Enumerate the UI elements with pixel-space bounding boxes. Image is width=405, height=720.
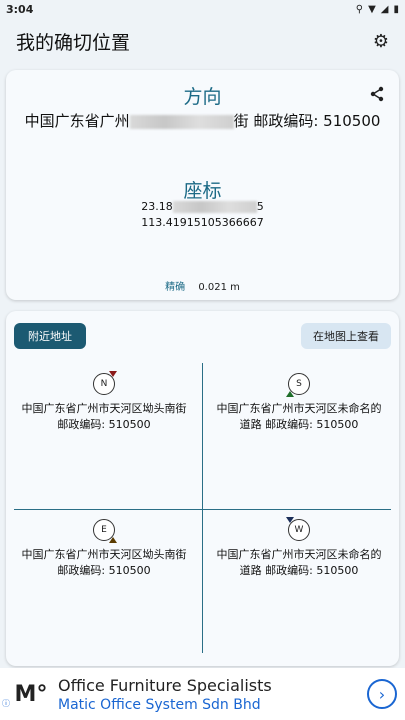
compass-label: E (101, 525, 107, 535)
page-title: 我的确切位置 (16, 31, 131, 54)
compass-label: N (100, 379, 108, 389)
ad-info-icon[interactable]: ⓘ (2, 698, 10, 709)
quadrant-south[interactable]: S 中国广东省广州市天河区未命名的 道路 邮政编码: 510500 (203, 373, 395, 433)
ad-banner[interactable]: ⓘ M° Office Furniture Specialists Matic … (0, 668, 405, 720)
quadrant-address-line1: 中国广东省广州市天河区未命名的 (216, 402, 382, 415)
nearby-address-button[interactable]: 附近地址 (14, 323, 86, 349)
latitude: 23.18 5 (6, 200, 399, 213)
quadrant-address-line2: 邮政编码: 510500 (57, 564, 151, 577)
quadrant-address-line2: 邮政编码: 510500 (57, 418, 151, 431)
view-on-map-button[interactable]: 在地图上查看 (301, 323, 391, 349)
redacted-area (172, 201, 257, 213)
quadrant-west[interactable]: W 中国广东省广州市天河区未命名的 道路 邮政编码: 510500 (203, 517, 395, 579)
quadrant-east[interactable]: E 中国广东省广州市天河区坳头南街 邮政编码: 510500 (8, 519, 200, 579)
latitude-tail: 5 (256, 200, 264, 213)
ad-subtitle: Matic Office System Sdn Bhd (58, 696, 261, 713)
compass-east-icon: E (93, 519, 117, 543)
quadrant-north[interactable]: N 中国广东省广州市天河区坳头南街 邮政编码: 510500 (8, 371, 200, 433)
ad-title: Office Furniture Specialists (58, 675, 272, 695)
quadrant-address-line1: 中国广东省广州市天河区坳头南街 (21, 402, 187, 415)
compass-label: W (294, 525, 304, 535)
quadrant-address-line1: 中国广东省广州市天河区坳头南街 (21, 548, 187, 561)
chevron-right-icon[interactable]: › (367, 679, 397, 709)
pointer-icon (109, 371, 117, 377)
accuracy: 精确 0.021 m (6, 278, 399, 293)
battery-icon: ▮ (393, 3, 399, 15)
address-prefix: 中国广东省广州 (24, 112, 130, 130)
compass-north-icon: N (93, 371, 117, 395)
address-suffix: 街 邮政编码: 510500 (233, 112, 381, 130)
quadrant-address-line2: 道路 邮政编码: 510500 (239, 564, 359, 577)
status-icons: ⚲ ▼ ◢ ▮ (356, 4, 399, 15)
horizontal-divider (14, 509, 391, 510)
accuracy-value: 0.021 m (198, 282, 240, 293)
current-address: 中国广东省广州 街 邮政编码: 510500 (6, 110, 399, 131)
longitude: 113.41915105366667 (141, 216, 264, 229)
coordinates-title: 座标 (183, 180, 222, 202)
compass-label: S (296, 379, 302, 389)
nearby-card: 附近地址 在地图上查看 N 中国广东省广州市天河区坳头南街 邮政编码: 5105… (6, 311, 399, 666)
gear-icon[interactable]: ⚙ (373, 31, 389, 52)
quadrant-address-line1: 中国广东省广州市天河区未命名的 (216, 548, 382, 561)
direction-title: 方向 (183, 86, 222, 108)
wifi-icon: ▼ (368, 3, 376, 15)
latitude-value: 23.18 (141, 200, 173, 213)
status-time: 3:04 (6, 2, 34, 16)
compass-south-icon: S (286, 373, 310, 397)
accuracy-label: 精确 (165, 282, 186, 293)
signal-icon: ◢ (380, 3, 389, 15)
pointer-icon (286, 391, 294, 397)
share-icon[interactable] (369, 86, 385, 102)
ad-text: Office Furniture Specialists Matic Offic… (58, 676, 367, 713)
location-icon: ⚲ (355, 3, 364, 15)
advertiser-logo-icon: M° (14, 681, 48, 707)
status-bar: 3:04 ⚲ ▼ ◢ ▮ (0, 0, 405, 18)
compass-west-icon: W (286, 517, 310, 541)
pointer-icon (286, 517, 294, 523)
app-bar: 我的确切位置 ⚙ (0, 18, 405, 64)
quadrant-address-line2: 道路 邮政编码: 510500 (239, 418, 359, 431)
pointer-icon (109, 537, 117, 543)
location-card: 方向 中国广东省广州 街 邮政编码: 510500 座标 23.18 5 113.4… (6, 70, 399, 300)
redacted-area (129, 114, 234, 129)
